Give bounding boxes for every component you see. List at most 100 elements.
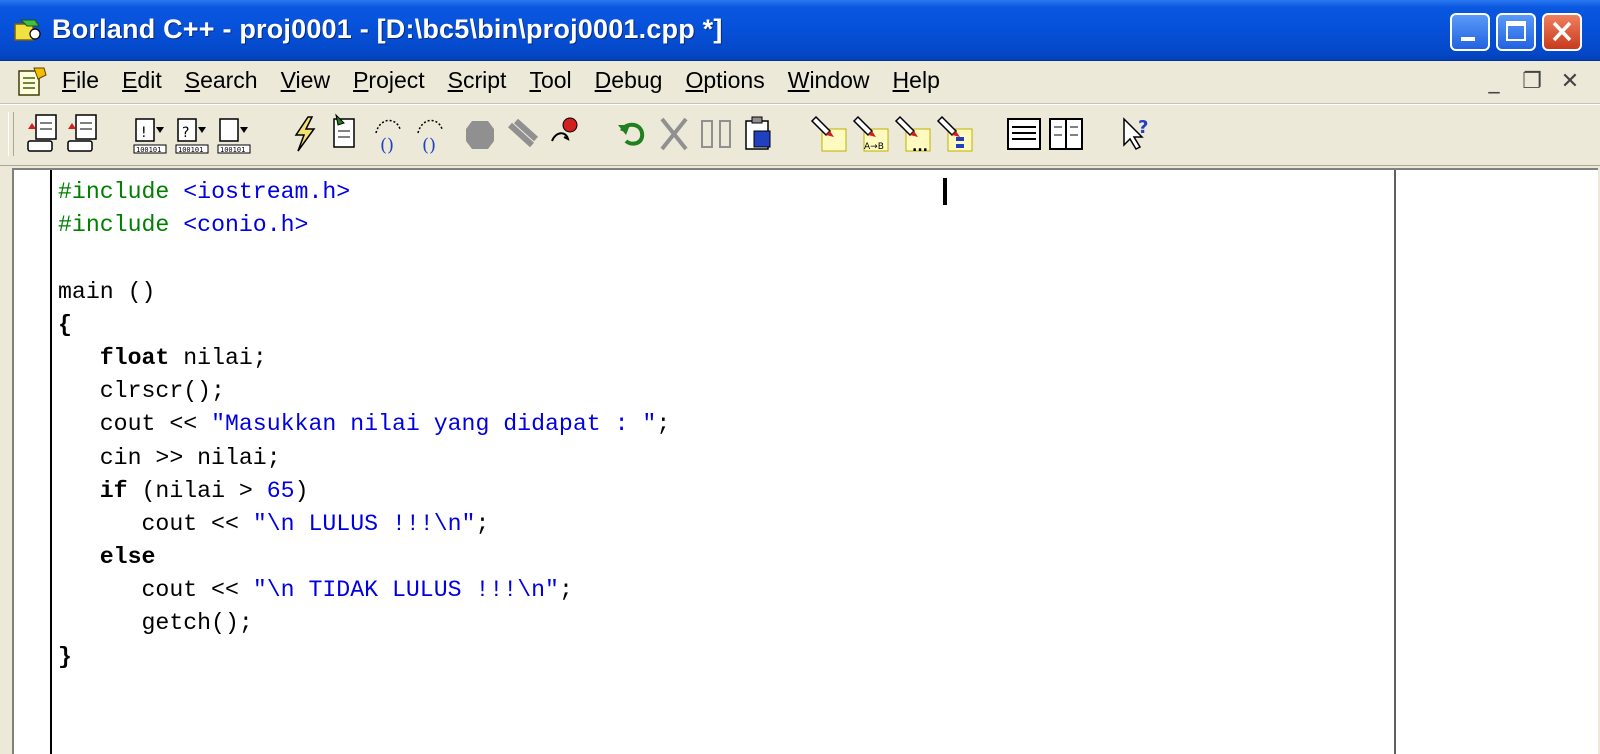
code-token-kw: else xyxy=(99,544,156,571)
search-icon xyxy=(810,115,847,152)
code-line[interactable]: #include <iostream.h> xyxy=(58,176,670,209)
code-line[interactable]: clrscr(); xyxy=(58,375,670,408)
code-token-str: "Masukkan nilai yang didapat : " xyxy=(211,411,657,438)
mdi-minimize-button[interactable]: _ xyxy=(1480,69,1508,95)
code-token: ; xyxy=(475,510,490,537)
code-line[interactable] xyxy=(58,242,670,275)
code-token-kw: if xyxy=(99,477,128,504)
message-view-button[interactable] xyxy=(1004,111,1044,157)
code-token-str: "\n TIDAK LULUS !!!\n" xyxy=(252,577,559,604)
menu-bar: File Edit Search View Project Script Tool Debug… xyxy=(0,61,1600,104)
replace-icon: A→B xyxy=(852,115,889,152)
cut-icon xyxy=(660,117,688,151)
code-token: (nilai > xyxy=(127,477,267,504)
mdi-restore-button[interactable]: ❐ xyxy=(1518,69,1546,95)
save-project-icon xyxy=(67,114,97,152)
message-view-icon xyxy=(1007,118,1041,150)
make-lightning-button[interactable] xyxy=(284,111,324,157)
borland-app-icon[interactable] xyxy=(13,18,43,44)
menu-options[interactable]: Options xyxy=(685,67,764,94)
add-node-button[interactable]: 100101 xyxy=(214,111,254,157)
menu-project[interactable]: Project xyxy=(353,67,425,94)
code-token-kw: } xyxy=(58,643,72,670)
title-bar[interactable]: Borland C++ - proj0001 - [D:\bc5\bin\pro… xyxy=(0,0,1600,61)
svg-text:100101: 100101 xyxy=(136,146,161,154)
breakpoint-button[interactable] xyxy=(544,111,584,157)
context-help-button[interactable]: ? xyxy=(1116,111,1156,157)
code-line[interactable]: cout << "\n LULUS !!!\n"; xyxy=(58,508,670,541)
maximize-icon xyxy=(1506,21,1526,41)
paste-button[interactable] xyxy=(738,111,778,157)
svg-text:100101: 100101 xyxy=(220,146,245,154)
document-icon[interactable] xyxy=(16,65,48,99)
code-line[interactable]: cout << "\n TIDAK LULUS !!!\n"; xyxy=(58,574,670,607)
open-project-button[interactable] xyxy=(22,111,62,157)
replace-button[interactable]: A→B xyxy=(850,111,890,157)
code-line[interactable]: cout << "Masukkan nilai yang didapat : "… xyxy=(58,408,671,441)
menu-tool[interactable]: Tool xyxy=(529,67,571,94)
search-again-button[interactable]: ... xyxy=(892,111,932,157)
code-token-pp: #include xyxy=(58,179,184,205)
code-token-pp: #include xyxy=(58,212,184,239)
right-margin-line xyxy=(1394,170,1396,754)
trace-into-button[interactable]: () xyxy=(410,111,450,157)
stop-button[interactable] xyxy=(460,111,500,157)
new-target-button[interactable]: 100101! xyxy=(130,111,170,157)
menu-debug[interactable]: Debug xyxy=(595,67,663,94)
svg-text:?: ? xyxy=(182,125,189,141)
code-token: cin >> nilai; xyxy=(58,444,281,471)
code-token: getch(); xyxy=(58,610,253,637)
menu-view[interactable]: View xyxy=(281,67,330,94)
browse-symbol-button[interactable] xyxy=(934,111,974,157)
code-token: cout << xyxy=(58,411,212,438)
code-line[interactable]: else xyxy=(58,541,670,574)
code-line[interactable]: } xyxy=(58,641,670,674)
browse-symbol-icon xyxy=(936,115,973,152)
menu-window[interactable]: Window xyxy=(788,67,870,94)
pause-icon xyxy=(507,118,539,148)
svg-text:(): () xyxy=(422,135,436,156)
cut-button[interactable] xyxy=(654,111,694,157)
code-line[interactable]: getch(); xyxy=(58,607,670,640)
menu-search[interactable]: Search xyxy=(185,67,258,94)
menu-file[interactable]: File xyxy=(62,67,99,94)
svg-text:!: ! xyxy=(141,125,147,141)
code-line[interactable]: #include <conio.h> xyxy=(58,209,670,242)
menu-script[interactable]: Script xyxy=(448,67,507,94)
mdi-close-button[interactable]: ✕ xyxy=(1556,69,1584,95)
editor-gutter[interactable] xyxy=(14,170,52,754)
code-line[interactable]: if (nilai > 65) xyxy=(58,475,670,508)
code-line[interactable]: { xyxy=(58,309,670,342)
split-view-button[interactable] xyxy=(1046,111,1086,157)
code-line[interactable]: main () xyxy=(58,276,670,309)
code-line[interactable]: cin >> nilai; xyxy=(58,442,670,475)
close-icon xyxy=(1552,21,1572,42)
save-project-button[interactable] xyxy=(62,111,102,157)
search-button[interactable] xyxy=(808,111,848,157)
build-node-button[interactable] xyxy=(326,111,366,157)
menu-edit[interactable]: Edit xyxy=(122,67,162,94)
undo-button[interactable] xyxy=(612,111,652,157)
svg-text:?: ? xyxy=(1138,117,1148,138)
minimize-button[interactable] xyxy=(1450,13,1490,51)
close-button[interactable] xyxy=(1542,13,1582,51)
toolbar-grip[interactable] xyxy=(8,112,14,156)
speedmenu-target-button[interactable]: 100101? xyxy=(172,111,212,157)
toolbar: 100101! 100101? 100101()() A→B...? xyxy=(0,104,1600,167)
code-line[interactable]: float nilai; xyxy=(58,342,670,375)
code-editor[interactable]: #include <iostream.h> #include <conio.h> … xyxy=(12,168,1598,754)
speedmenu-target-icon: 100101? xyxy=(175,118,209,154)
maximize-button[interactable] xyxy=(1496,13,1536,51)
context-help-icon: ? xyxy=(1123,117,1148,150)
borland-window: Borland C++ - proj0001 - [D:\bc5\bin\pro… xyxy=(0,0,1600,754)
editor-frame: #include <iostream.h> #include <conio.h> … xyxy=(0,166,1600,754)
menu-help[interactable]: Help xyxy=(893,67,940,94)
step-over-button[interactable]: () xyxy=(368,111,408,157)
undo-icon xyxy=(618,122,645,146)
source-code[interactable]: #include <iostream.h> #include <conio.h> … xyxy=(58,176,670,674)
copy-button[interactable] xyxy=(696,111,736,157)
add-node-icon: 100101 xyxy=(217,118,251,154)
pause-button[interactable] xyxy=(502,111,542,157)
